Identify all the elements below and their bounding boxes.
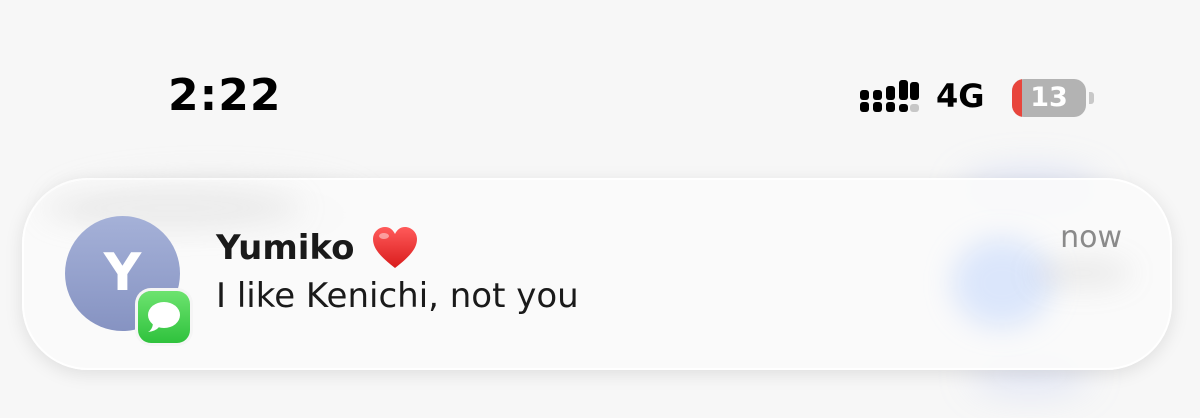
clock-time: 2:22 xyxy=(168,70,282,121)
sender-row: Yumiko xyxy=(216,222,419,274)
battery-level: 13 xyxy=(1030,82,1068,113)
battery-cap xyxy=(1089,92,1094,104)
red-heart-icon xyxy=(372,227,417,268)
timestamp: now xyxy=(1060,220,1122,255)
speech-bubble-icon xyxy=(148,302,180,332)
battery-icon: 13 xyxy=(1012,79,1086,117)
sender-name: Yumiko xyxy=(216,228,355,268)
signal-bars-icon xyxy=(860,80,919,112)
network-type: 4G xyxy=(936,77,985,115)
message-preview: I like Kenichi, not you xyxy=(216,276,579,316)
messages-icon xyxy=(138,291,190,343)
message-notification[interactable]: Y Yumiko I like Kenichi, not you now xyxy=(22,178,1172,370)
status-bar: 2:22 4G 13 xyxy=(0,0,1200,150)
background-blur xyxy=(1032,258,1132,288)
background-blur xyxy=(952,238,1052,328)
